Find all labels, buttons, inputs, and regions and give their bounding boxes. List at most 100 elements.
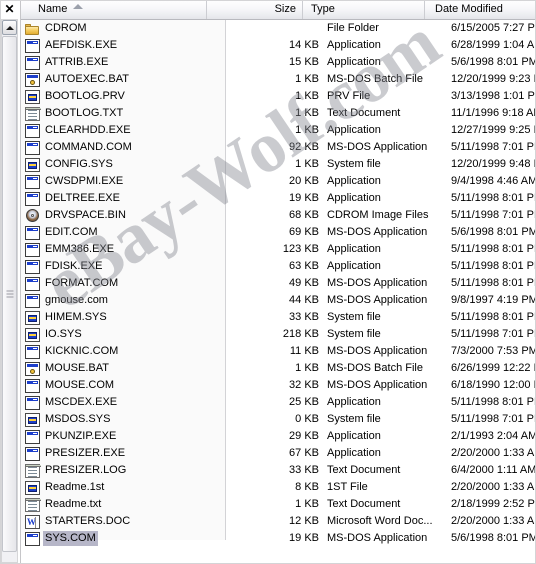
cell-type: System file — [327, 413, 381, 425]
cell-size: 44 KB — [289, 294, 319, 306]
cell-size: 123 KB — [282, 243, 319, 255]
table-row[interactable]: STARTERS.DOC 12 KB Microsoft Word Doc... 2/… — [21, 513, 536, 530]
column-header-name[interactable]: Name — [21, 0, 207, 19]
table-row[interactable]: CDROM File Folder 6/15/2005 7:27 PM — [21, 20, 536, 37]
table-row[interactable]: MSDOS.SYS 0 KB System file 5/11/1998 7:01 P… — [21, 411, 536, 428]
cell-name: PRESIZER.EXE — [25, 445, 221, 462]
scrollbar-track[interactable] — [1, 19, 18, 563]
cell-size: 1 KB — [295, 107, 319, 119]
cell-type: Microsoft Word Doc... — [327, 515, 433, 527]
text-document-icon — [25, 497, 41, 512]
file-name-wrapper: CDROM — [25, 20, 89, 37]
table-row[interactable]: FORMAT.COM 49 KB MS-DOS Application 5/11/19… — [21, 275, 536, 292]
table-row[interactable]: MOUSE.COM 32 KB MS-DOS Application 6/18/199… — [21, 377, 536, 394]
application-icon — [25, 446, 40, 461]
table-row[interactable]: DELTREE.EXE 19 KB Application 5/11/1998 8:0… — [21, 190, 536, 207]
scrollbar-thumb[interactable] — [2, 36, 17, 552]
table-row[interactable]: FDISK.EXE 63 KB Application 5/11/1998 8:01 … — [21, 258, 536, 275]
table-row[interactable]: CLEARHDD.EXE 1 KB Application 12/27/1999 9:… — [21, 122, 536, 139]
table-row[interactable]: COMMAND.COM 92 KB MS-DOS Application 5/11/1… — [21, 139, 536, 156]
file-name-wrapper: COMMAND.COM — [25, 139, 134, 156]
cell-date-modified: 9/4/1998 4:46 AM — [451, 175, 536, 187]
file-name-wrapper: CWSDPMI.EXE — [25, 173, 125, 190]
cell-name: MOUSE.COM — [25, 377, 221, 394]
cell-date-modified: 6/28/1999 1:04 AM — [451, 39, 536, 51]
application-icon — [25, 55, 40, 70]
file-name-label: HIMEM.SYS — [45, 311, 107, 323]
cell-size: 32 KB — [289, 379, 319, 391]
table-row[interactable]: ATTRIB.EXE 15 KB Application 5/6/1998 8:01 … — [21, 54, 536, 71]
system-file-icon — [25, 480, 40, 495]
table-row[interactable]: MOUSE.BAT 1 KB MS-DOS Batch File 6/26/1999 … — [21, 360, 536, 377]
table-row[interactable]: MSCDEX.EXE 25 KB Application 5/11/1998 8:01… — [21, 394, 536, 411]
file-name-label: BOOTLOG.TXT — [45, 107, 124, 119]
chevron-up-icon — [5, 25, 14, 30]
cell-size: 8 KB — [295, 481, 319, 493]
cell-type: Text Document — [327, 498, 401, 510]
table-row[interactable]: HIMEM.SYS 33 KB System file 5/11/1998 8:01 … — [21, 309, 536, 326]
table-row[interactable]: PKUNZIP.EXE 29 KB Application 2/1/1993 2:04… — [21, 428, 536, 445]
table-row[interactable]: BOOTLOG.PRV 1 KB PRV File 3/13/1998 1:01 PM — [21, 88, 536, 105]
table-row[interactable]: EMM386.EXE 123 KB Application 5/11/1998 8:0… — [21, 241, 536, 258]
file-name-wrapper: CLEARHDD.EXE — [25, 122, 133, 139]
table-row[interactable]: PRESIZER.LOG 33 KB Text Document 6/4/2000 1… — [21, 462, 536, 479]
column-header-type[interactable]: Type — [303, 0, 425, 19]
file-name-wrapper: EMM386.EXE — [25, 241, 116, 258]
cell-date-modified: 7/3/2000 7:53 PM — [451, 345, 536, 357]
system-file-icon — [25, 157, 40, 172]
cell-date-modified: 5/11/1998 7:01 PM — [451, 413, 536, 425]
cell-size: 69 KB — [289, 226, 319, 238]
cell-size: 68 KB — [289, 209, 319, 221]
cell-type: MS-DOS Application — [327, 345, 428, 357]
table-row[interactable]: AUTOEXEC.BAT 1 KB MS-DOS Batch File 12/20/1… — [21, 71, 536, 88]
cell-type: MS-DOS Application — [327, 294, 428, 306]
cell-name: AUTOEXEC.BAT — [25, 71, 221, 88]
table-row[interactable]: SYS.COM 19 KB MS-DOS Application 5/6/1998 8… — [21, 530, 536, 547]
cell-name: IO.SYS — [25, 326, 221, 343]
column-header-date-modified[interactable]: Date Modified — [425, 0, 536, 19]
file-name-label: PKUNZIP.EXE — [45, 430, 117, 442]
file-name-label: SYS.COM — [43, 531, 98, 546]
cell-size: 49 KB — [289, 277, 319, 289]
application-icon — [25, 225, 40, 240]
cell-name: Readme.txt — [25, 496, 221, 513]
table-row[interactable]: Readme.1st 8 KB 1ST File 2/20/2000 1:33 AM — [21, 479, 536, 496]
cell-size: 1 KB — [295, 158, 319, 170]
close-icon[interactable]: ✕ — [0, 0, 19, 18]
table-row[interactable]: PRESIZER.EXE 67 KB Application 2/20/2000 1:… — [21, 445, 536, 462]
cell-type: Application — [327, 39, 381, 51]
cell-size: 19 KB — [289, 532, 319, 544]
table-row[interactable]: CONFIG.SYS 1 KB System file 12/20/1999 9:48… — [21, 156, 536, 173]
table-row[interactable]: EDIT.COM 69 KB MS-DOS Application 5/6/1998 … — [21, 224, 536, 241]
cell-size: 15 KB — [289, 56, 319, 68]
cell-name: Readme.1st — [25, 479, 221, 496]
application-icon — [25, 531, 40, 546]
file-name-wrapper: gmouse.com — [25, 292, 110, 309]
cell-size: 1 KB — [295, 90, 319, 102]
file-name-label: CWSDPMI.EXE — [45, 175, 124, 187]
cell-name: COMMAND.COM — [25, 139, 221, 156]
table-row[interactable]: AEFDISK.EXE 14 KB Application 6/28/1999 1:0… — [21, 37, 536, 54]
table-row[interactable]: CWSDPMI.EXE 20 KB Application 9/4/1998 4:46… — [21, 173, 536, 190]
scroll-up-button[interactable] — [2, 20, 17, 35]
system-file-icon — [25, 412, 40, 427]
table-row[interactable]: IO.SYS 218 KB System file 5/11/1998 7:01 PM — [21, 326, 536, 343]
table-row[interactable]: Readme.txt 1 KB Text Document 2/18/1999 2:5… — [21, 496, 536, 513]
cell-size: 1 KB — [295, 73, 319, 85]
table-row[interactable]: KICKNIC.COM 11 KB MS-DOS Application 7/3/20… — [21, 343, 536, 360]
cell-type: Text Document — [327, 107, 401, 119]
cell-type: MS-DOS Application — [327, 379, 428, 391]
cell-type: System file — [327, 328, 381, 340]
table-row[interactable]: gmouse.com 44 KB MS-DOS Application 9/8/199… — [21, 292, 536, 309]
file-name-wrapper: MOUSE.COM — [25, 377, 116, 394]
table-row[interactable]: DRVSPACE.BIN 68 KB CDROM Image Files 5/11/1… — [21, 207, 536, 224]
cell-date-modified: 5/11/1998 8:01 PM — [451, 277, 536, 289]
table-row[interactable]: BOOTLOG.TXT 1 KB Text Document 11/1/1996 9:… — [21, 105, 536, 122]
cell-name: HIMEM.SYS — [25, 309, 221, 326]
application-icon — [25, 174, 40, 189]
cell-date-modified: 5/6/1998 8:01 PM — [451, 226, 536, 238]
column-header-size[interactable]: Size — [207, 0, 303, 19]
cell-type: Application — [327, 260, 381, 272]
file-name-wrapper: FDISK.EXE — [25, 258, 104, 275]
application-icon — [25, 123, 40, 138]
